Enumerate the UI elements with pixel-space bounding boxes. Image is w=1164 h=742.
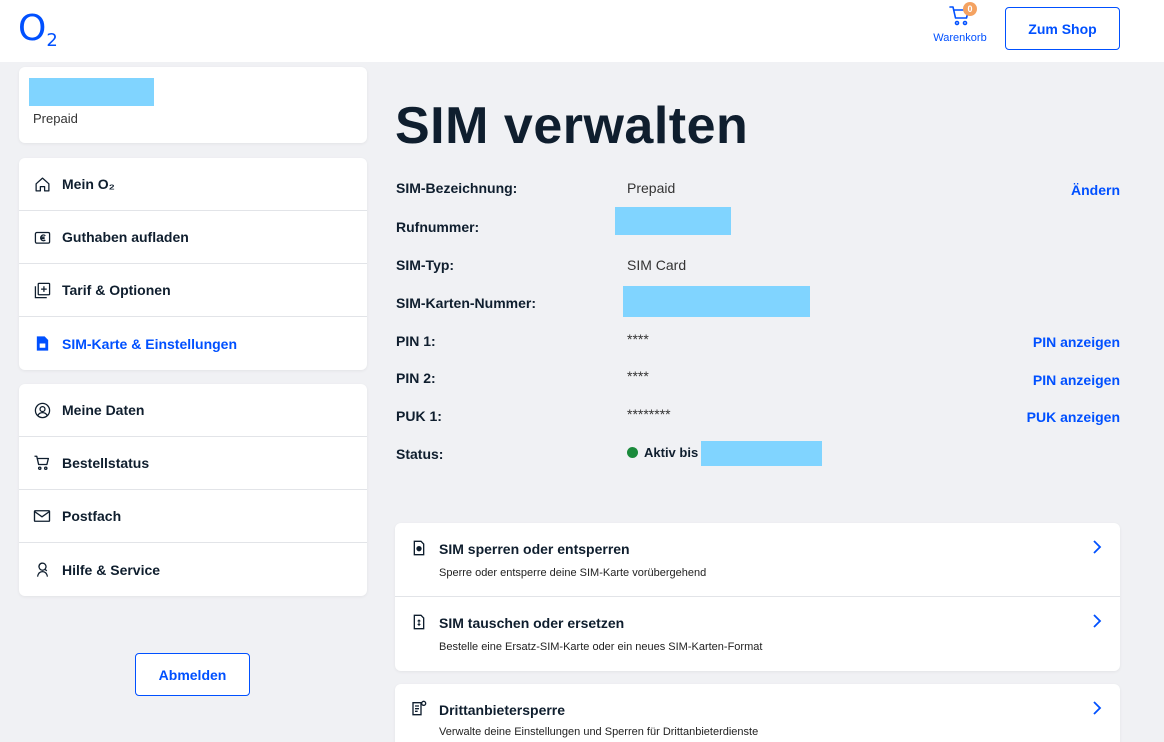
mail-icon — [33, 507, 51, 525]
puk1-label: PUK 1: — [396, 408, 442, 424]
action-subtitle: Verwalte deine Einstellungen und Sperren… — [439, 726, 759, 738]
sim-actions-card: SIM sperren oder entsperren Sperre oder … — [395, 523, 1120, 671]
o2-logo[interactable]: O2 — [18, 8, 58, 51]
action-subtitle: Sperre oder entsperre deine SIM-Karte vo… — [439, 567, 707, 579]
redacted-sim-number — [623, 286, 810, 317]
nav-item-hilfe[interactable]: Hilfe & Service — [19, 543, 367, 596]
pin2-label: PIN 2: — [396, 370, 436, 386]
logout-button[interactable]: Abmelden — [135, 653, 250, 696]
action-title: SIM tauschen oder ersetzen — [439, 615, 625, 631]
chevron-right-icon — [1093, 701, 1102, 715]
shop-button[interactable]: Zum Shop — [1005, 7, 1120, 50]
page-title: SIM verwalten — [395, 97, 749, 155]
nav-item-postfach[interactable]: Postfach — [19, 490, 367, 543]
action-sim-lock[interactable]: SIM sperren oder entsperren Sperre oder … — [395, 523, 1120, 597]
action-subtitle: Bestelle eine Ersatz-SIM-Karte oder ein … — [439, 641, 763, 653]
nav-item-guthaben[interactable]: Guthaben aufladen — [19, 211, 367, 264]
sim-name-value: Prepaid — [627, 180, 676, 196]
action-title: SIM sperren oder entsperren — [439, 541, 630, 557]
nav-item-tarif[interactable]: Tarif & Optionen — [19, 264, 367, 317]
add-layers-icon — [33, 281, 51, 299]
pin1-label: PIN 1: — [396, 333, 436, 349]
chevron-right-icon — [1093, 540, 1102, 554]
redacted-account-name — [29, 78, 154, 106]
third-party-card: Drittanbietersperre Verwalte deine Einst… — [395, 684, 1120, 742]
show-pin2-link[interactable]: PIN anzeigen — [1033, 372, 1120, 388]
cart-button[interactable]: 0 Warenkorb — [928, 2, 992, 44]
nav-item-mein-o2[interactable]: Mein O₂ — [19, 158, 367, 211]
cart-count-badge: 0 — [963, 2, 977, 16]
status-label: Status: — [396, 446, 444, 462]
account-card: Prepaid — [19, 67, 367, 143]
sim-name-label: SIM-Bezeichnung: — [396, 180, 518, 196]
status-active-dot — [627, 447, 638, 458]
action-sim-swap[interactable]: SIM tauschen oder ersetzen Bestelle eine… — [395, 597, 1120, 671]
nav-item-label: Bestellstatus — [62, 455, 150, 471]
nav-item-sim-karte[interactable]: SIM-Karte & Einstellungen — [19, 317, 367, 370]
pin2-value: **** — [627, 368, 649, 384]
cart-icon — [33, 454, 51, 472]
show-pin1-link[interactable]: PIN anzeigen — [1033, 334, 1120, 350]
sim-type-value: SIM Card — [627, 257, 687, 273]
action-third-party-block[interactable]: Drittanbietersperre Verwalte deine Einst… — [395, 684, 1120, 742]
redacted-phone-number — [615, 207, 731, 235]
home-icon — [33, 175, 51, 193]
nav-item-label: Meine Daten — [62, 402, 145, 418]
account-type: Prepaid — [33, 111, 78, 126]
nav-item-label: Mein O₂ — [62, 176, 115, 192]
show-puk1-link[interactable]: PUK anzeigen — [1027, 409, 1120, 425]
puk1-value: ******** — [627, 406, 671, 422]
nav-group-secondary: Meine Daten Bestellstatus Postfach Hilfe… — [19, 384, 367, 596]
nav-item-label: SIM-Karte & Einstellungen — [62, 335, 238, 352]
status-text: Aktiv bis — [644, 445, 699, 460]
chevron-right-icon — [1093, 614, 1102, 628]
support-person-icon — [33, 561, 51, 579]
sim-number-label: SIM-Karten-Nummer: — [396, 295, 537, 311]
status-value: Aktiv bis — [627, 444, 698, 460]
nav-item-label: Hilfe & Service — [62, 561, 161, 578]
redacted-status-date — [701, 441, 822, 466]
nav-item-meine-daten[interactable]: Meine Daten — [19, 384, 367, 437]
cart-label: Warenkorb — [933, 32, 987, 44]
sim-card-icon — [33, 335, 51, 353]
action-title: Drittanbietersperre — [439, 702, 566, 718]
phone-label: Rufnummer: — [396, 219, 480, 235]
nav-item-label: Tarif & Optionen — [62, 282, 171, 298]
sim-type-label: SIM-Typ: — [396, 257, 455, 273]
nav-item-label: Guthaben aufladen — [62, 229, 189, 245]
nav-item-label: Postfach — [62, 508, 122, 524]
user-circle-icon — [33, 401, 51, 419]
nav-item-bestellstatus[interactable]: Bestellstatus — [19, 437, 367, 490]
document-settings-icon — [412, 700, 427, 716]
sim-swap-icon — [413, 614, 425, 630]
wallet-euro-icon — [33, 228, 51, 246]
sim-lock-icon — [413, 540, 425, 556]
pin1-value: **** — [627, 331, 649, 347]
change-sim-name-link[interactable]: Ändern — [1071, 182, 1120, 198]
top-header: O2 0 Warenkorb Zum Shop — [0, 0, 1164, 62]
nav-group-main: Mein O₂ Guthaben aufladen Tarif & Option… — [19, 158, 367, 370]
